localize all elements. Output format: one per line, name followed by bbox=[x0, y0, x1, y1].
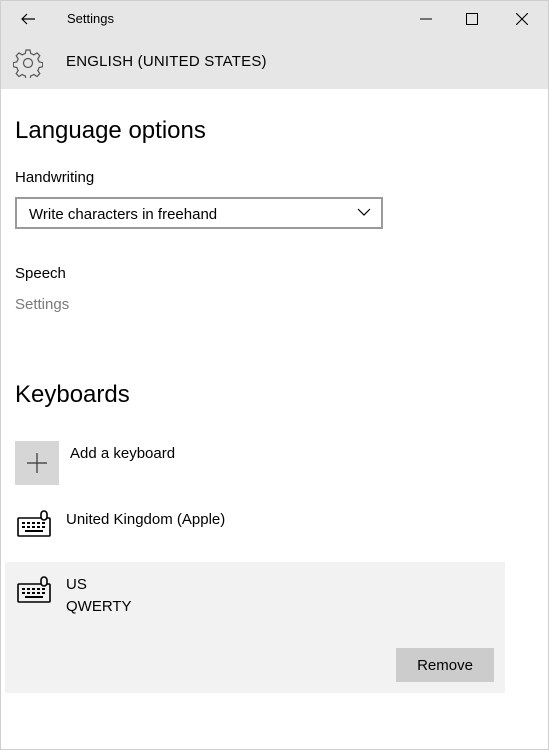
maximize-icon bbox=[466, 13, 478, 25]
handwriting-dropdown[interactable]: Write characters in freehand bbox=[15, 197, 383, 229]
settings-window: Settings ENGLISH (UNITED STATES) Languag… bbox=[0, 0, 549, 750]
add-keyboard-button[interactable] bbox=[15, 441, 59, 485]
plus-icon bbox=[27, 453, 47, 473]
add-keyboard-label[interactable]: Add a keyboard bbox=[70, 445, 175, 462]
handwriting-selected-value: Write characters in freehand bbox=[29, 206, 218, 223]
gear-icon bbox=[13, 49, 43, 78]
keyboards-heading: Keyboards bbox=[15, 381, 130, 408]
page-header: ENGLISH (UNITED STATES) bbox=[1, 37, 548, 89]
speech-settings-link[interactable]: Settings bbox=[15, 296, 69, 313]
speech-label: Speech bbox=[15, 265, 66, 282]
close-button[interactable] bbox=[499, 1, 545, 37]
minimize-button[interactable] bbox=[403, 1, 449, 37]
close-icon bbox=[516, 13, 528, 25]
handwriting-label: Handwriting bbox=[15, 169, 95, 186]
minimize-icon bbox=[420, 18, 432, 20]
language-options-heading: Language options bbox=[15, 117, 206, 144]
keyboard-icon bbox=[17, 510, 51, 537]
chevron-down-icon bbox=[357, 208, 371, 216]
keyboard-icon bbox=[17, 576, 51, 603]
keyboard-item-united-kingdom[interactable]: United Kingdom (Apple) bbox=[5, 501, 505, 549]
keyboard-layout: QWERTY bbox=[66, 598, 132, 615]
remove-button[interactable]: Remove bbox=[396, 648, 494, 682]
back-button[interactable] bbox=[11, 5, 45, 33]
language-title: ENGLISH (UNITED STATES) bbox=[66, 53, 267, 70]
keyboard-name: United Kingdom (Apple) bbox=[66, 511, 226, 528]
maximize-button[interactable] bbox=[449, 1, 495, 37]
keyboard-name: US bbox=[66, 576, 87, 593]
window-title: Settings bbox=[67, 11, 114, 26]
back-arrow-icon bbox=[21, 13, 35, 25]
title-bar: Settings bbox=[1, 1, 548, 37]
